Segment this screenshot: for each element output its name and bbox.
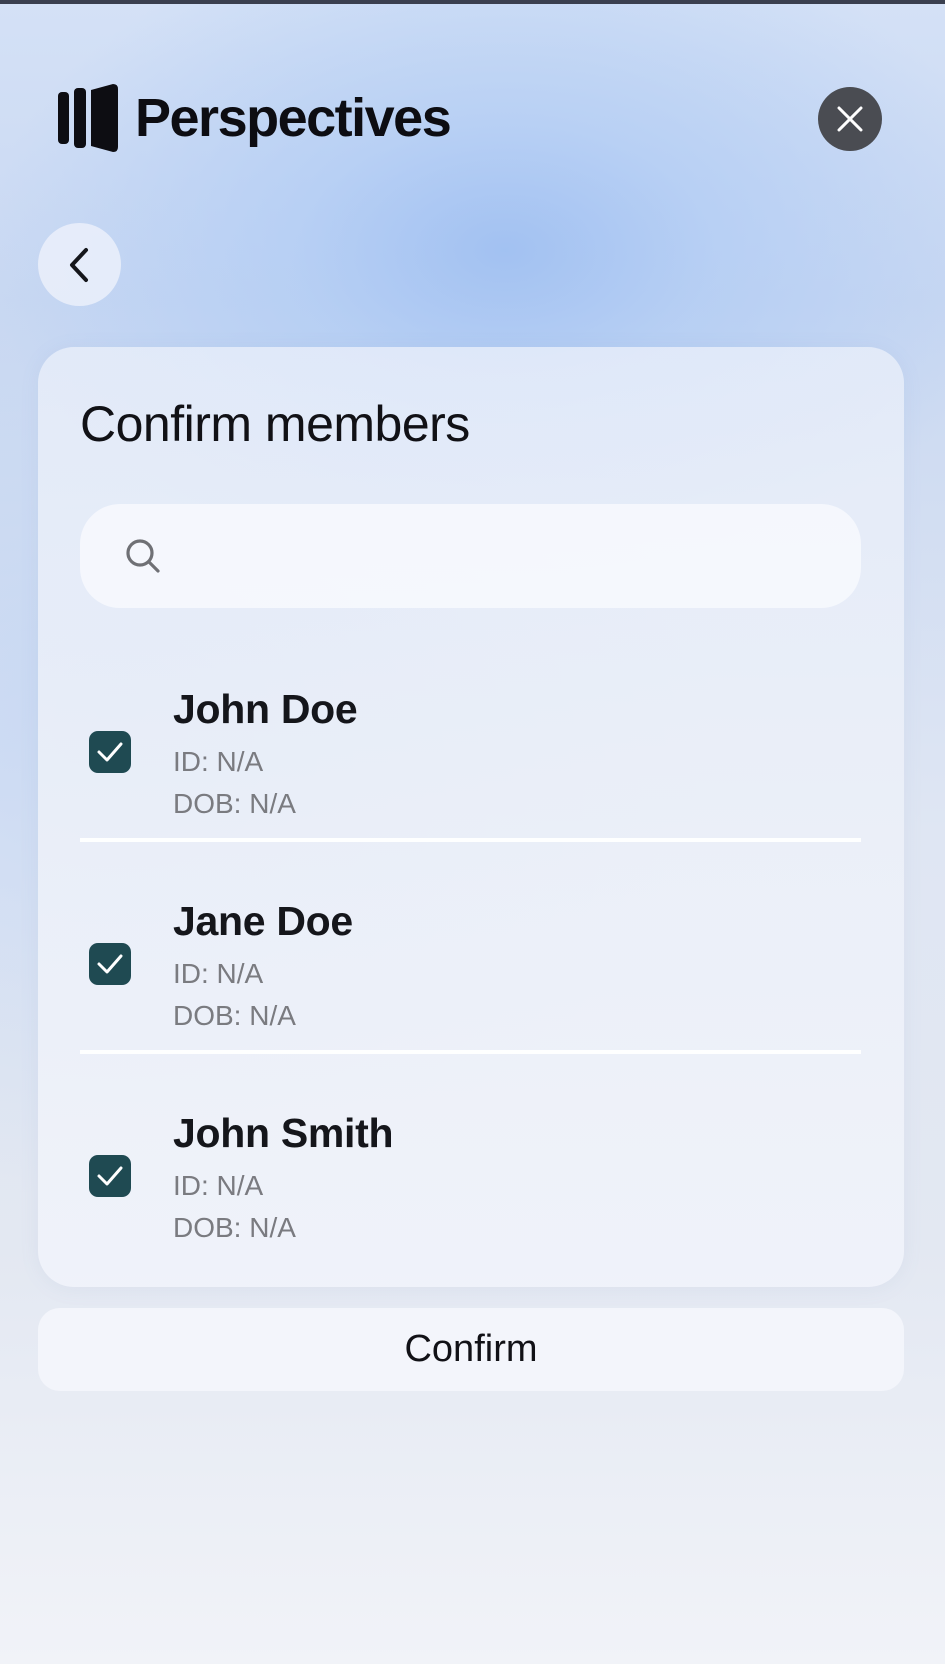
status-top-line bbox=[0, 0, 945, 4]
checkmark-icon bbox=[97, 1166, 123, 1186]
member-list: John Doe ID: N/A DOB: N/A Jane Doe ID: N… bbox=[80, 630, 861, 1262]
member-item[interactable]: John Doe ID: N/A DOB: N/A bbox=[80, 630, 861, 842]
perspectives-logo-icon bbox=[58, 84, 118, 152]
confirm-button[interactable]: Confirm bbox=[38, 1308, 904, 1391]
member-name: John Smith bbox=[173, 1110, 394, 1156]
search-icon bbox=[126, 539, 160, 573]
member-id: ID: N/A bbox=[173, 746, 264, 777]
member-checkbox[interactable] bbox=[89, 1155, 131, 1197]
member-dob: DOB: N/A bbox=[173, 1212, 296, 1243]
close-icon bbox=[837, 106, 863, 132]
search-bar[interactable] bbox=[80, 503, 861, 609]
close-button[interactable] bbox=[818, 87, 882, 151]
member-name: Jane Doe bbox=[173, 898, 353, 944]
member-id: ID: N/A bbox=[173, 958, 264, 989]
member-name: John Doe bbox=[173, 686, 358, 732]
chevron-left-icon bbox=[69, 247, 88, 282]
member-item[interactable]: John Smith ID: N/A DOB: N/A bbox=[80, 1054, 861, 1262]
back-button[interactable] bbox=[38, 223, 121, 306]
app-header: Perspectives bbox=[58, 84, 452, 152]
brand-name: Perspectives bbox=[135, 88, 452, 148]
member-checkbox[interactable] bbox=[89, 943, 131, 985]
checkmark-icon bbox=[97, 954, 123, 974]
confirm-members-card: Confirm members John Doe ID: N/A DOB: N/… bbox=[38, 347, 904, 1287]
member-item[interactable]: Jane Doe ID: N/A DOB: N/A bbox=[80, 842, 861, 1054]
checkmark-icon bbox=[97, 742, 123, 762]
search-input[interactable] bbox=[180, 503, 861, 609]
member-id: ID: N/A bbox=[173, 1170, 264, 1201]
member-dob: DOB: N/A bbox=[173, 788, 296, 819]
card-title: Confirm members bbox=[80, 396, 470, 452]
member-dob: DOB: N/A bbox=[173, 1000, 296, 1031]
member-checkbox[interactable] bbox=[89, 731, 131, 773]
